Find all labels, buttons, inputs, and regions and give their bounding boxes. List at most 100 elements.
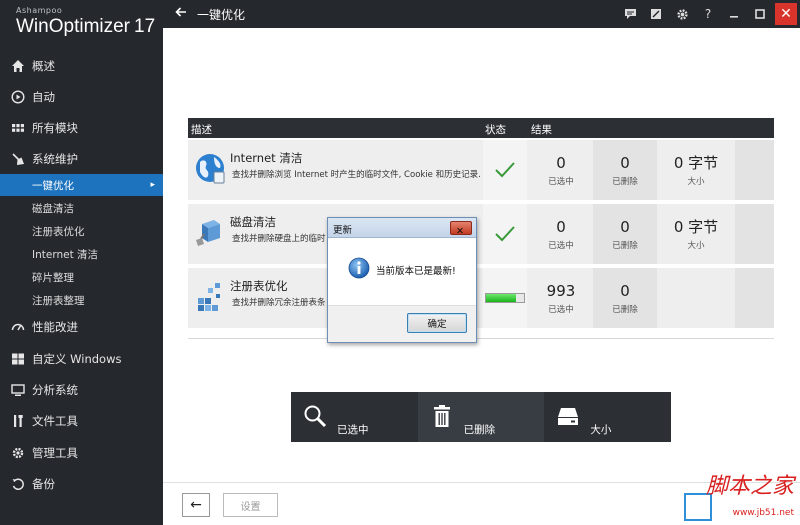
sidebar-subitem-one-click[interactable]: 一键优化 ▸	[0, 174, 163, 196]
sidebar-item-performance[interactable]: 性能改进	[0, 313, 163, 341]
sidebar-item-file-tools[interactable]: 文件工具	[0, 407, 163, 435]
size-value: 0 字节	[673, 153, 719, 172]
edit-button[interactable]	[643, 0, 669, 28]
row-size-cell	[658, 268, 734, 328]
deleted-label: 已删除	[612, 176, 638, 187]
monitor-icon	[10, 382, 26, 398]
sidebar-subitem-registry-defrag[interactable]: 注册表整理	[0, 289, 163, 311]
edit-icon	[651, 9, 661, 19]
minimize-button[interactable]	[721, 0, 747, 28]
table-row-disk-clean[interactable]: 磁盘清洁 查找并删除硬盘上的临时 0 已选中 0 已删除 0 字节 大小	[188, 204, 774, 264]
hard-drive-icon	[558, 408, 579, 425]
sidebar-item-backup[interactable]: 备份	[0, 470, 163, 498]
summary-selected-label: 已选中	[337, 424, 369, 436]
bottom-back-button[interactable]: ←	[182, 493, 210, 517]
main-content: 描述 状态 结果 Internet 清洁 查找并删除浏览 Internet 时产…	[163, 28, 800, 525]
row-size-cell: 0 字节 大小	[658, 204, 734, 264]
row-deleted-cell: 0 已删除	[593, 204, 657, 264]
selected-count: 0	[556, 217, 566, 236]
sidebar-item-overview[interactable]: 概述	[0, 52, 163, 80]
brand: Ashampoo WinOptimizer 17	[0, 0, 163, 50]
sidebar-item-auto[interactable]: 自动	[0, 83, 163, 111]
sidebar-item-system-maintenance[interactable]: 系统维护	[0, 145, 163, 173]
feedback-button[interactable]	[617, 0, 643, 28]
sidebar-item-analyze-system[interactable]: 分析系统	[0, 376, 163, 404]
sidebar: Ashampoo WinOptimizer 17 概述 自动 所有模块 系统维护 …	[0, 0, 163, 525]
gauge-icon	[10, 319, 26, 335]
brand-product-name: WinOptimizer	[16, 16, 131, 37]
dialog-body: 当前版本已是最新!	[328, 239, 476, 305]
row-spacer	[735, 140, 774, 200]
help-button[interactable]: ?	[695, 0, 721, 28]
trash-icon	[433, 405, 450, 427]
sidebar-item-label: 备份	[32, 477, 55, 491]
sidebar-item-label: 文件工具	[32, 414, 78, 428]
dialog-message: 当前版本已是最新!	[376, 266, 456, 277]
sidebar-item-label: 管理工具	[32, 446, 78, 460]
globe-icon	[196, 154, 225, 184]
row-status-cell	[483, 204, 527, 264]
dialog-title: 更新	[333, 225, 353, 236]
disk-clean-icon	[196, 220, 220, 246]
tools-icon	[10, 413, 26, 429]
sidebar-subitem-registry-optimize[interactable]: 注册表优化	[0, 220, 163, 242]
brand-product: WinOptimizer 17	[16, 16, 163, 38]
sidebar-subitem-label: Internet 清洁	[32, 248, 99, 261]
selected-count: 993	[546, 281, 576, 300]
row-spacer	[735, 204, 774, 264]
feedback-icon	[624, 9, 636, 19]
deleted-count: 0	[620, 217, 630, 236]
deleted-count: 0	[620, 153, 630, 172]
settings-button[interactable]	[669, 0, 695, 28]
col-header-desc: 描述	[191, 124, 212, 136]
row-spacer	[735, 268, 774, 328]
sidebar-subitem-disk-clean[interactable]: 磁盘清洁	[0, 197, 163, 219]
sidebar-item-customize-windows[interactable]: 自定义 Windows	[0, 345, 163, 373]
arrow-left-icon: ←	[190, 497, 202, 513]
row-selected-cell: 993 已选中	[530, 268, 592, 328]
sidebar-item-all-modules[interactable]: 所有模块	[0, 114, 163, 142]
row-title: 磁盘清洁	[230, 215, 276, 229]
brand-version: 17	[134, 16, 156, 37]
dialog-close-button[interactable]: ✕	[450, 221, 472, 237]
col-header-result: 结果	[531, 124, 552, 136]
registry-icon	[198, 283, 220, 311]
back-button[interactable]	[171, 5, 191, 23]
gear-icon	[676, 8, 688, 20]
windows-icon	[10, 351, 26, 367]
table-row-registry-optimize[interactable]: 注册表优化 查找并删除冗余注册表条 993 已选中 0 已删除	[188, 268, 774, 328]
row-desc-cell: Internet 清洁 查找并删除浏览 Internet 时产生的临时文件, C…	[188, 140, 481, 200]
page-title: 一键优化	[197, 7, 246, 22]
size-value: 0 字节	[673, 217, 719, 236]
row-description: 查找并删除冗余注册表条	[232, 298, 326, 308]
selected-label: 已选中	[548, 304, 574, 315]
row-size-cell: 0 字节 大小	[658, 140, 734, 200]
deleted-count: 0	[620, 281, 630, 300]
close-icon: ✕	[456, 226, 464, 237]
summary-deleted-label: 已删除	[463, 424, 496, 436]
sidebar-subitem-defrag[interactable]: 碎片整理	[0, 266, 163, 288]
maximize-button[interactable]	[747, 0, 773, 28]
close-button[interactable]: ✕	[775, 3, 797, 25]
sidebar-item-admin-tools[interactable]: 管理工具	[0, 439, 163, 467]
table-row-internet-clean[interactable]: Internet 清洁 查找并删除浏览 Internet 时产生的临时文件, C…	[188, 140, 774, 200]
brand-vendor: Ashampoo	[16, 6, 63, 15]
progress-fill	[486, 294, 517, 302]
gear-icon	[10, 445, 26, 461]
home-icon	[10, 58, 26, 74]
row-deleted-cell: 0 已删除	[593, 140, 657, 200]
deleted-label: 已删除	[612, 240, 638, 251]
update-dialog: 更新 ✕ 当前版本已是最新! 确定	[327, 217, 477, 343]
window-controls: ? ✕	[617, 0, 800, 28]
chevron-right-icon: ▸	[150, 180, 155, 190]
ok-button[interactable]: 确定	[407, 313, 467, 333]
row-title: Internet 清洁	[230, 151, 303, 165]
row-title: 注册表优化	[230, 279, 288, 293]
col-header-status: 状态	[485, 124, 506, 136]
settings-button[interactable]: 设置	[223, 493, 278, 517]
sidebar-subitem-internet-clean[interactable]: Internet 清洁	[0, 243, 163, 265]
row-status-cell	[483, 140, 527, 200]
divider	[188, 338, 774, 339]
dialog-footer: 确定	[328, 305, 476, 342]
deleted-label: 已删除	[612, 304, 638, 315]
